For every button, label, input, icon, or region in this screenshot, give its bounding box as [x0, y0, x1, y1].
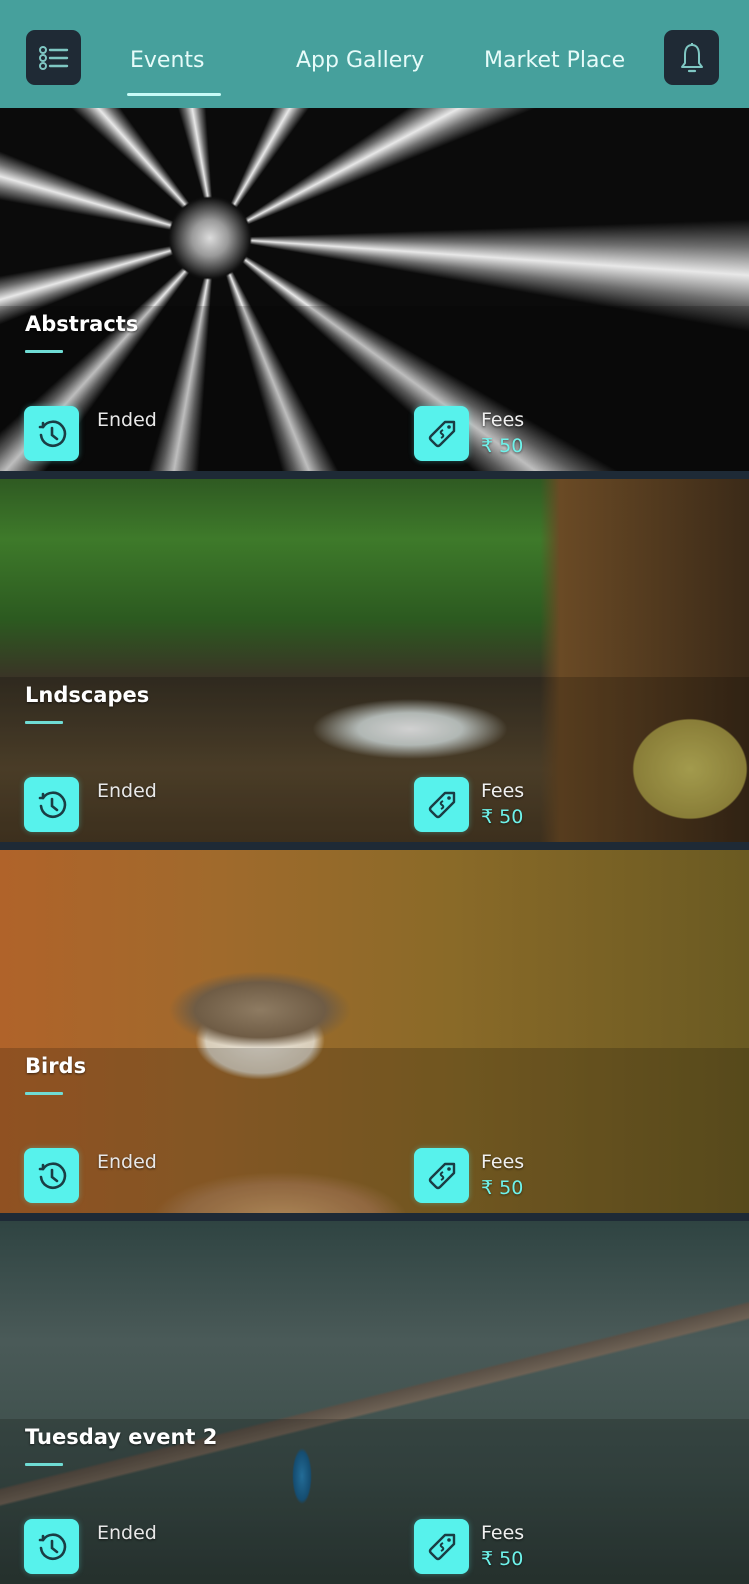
fees-label: Fees	[481, 1522, 525, 1544]
fees-value: ₹ 50	[481, 806, 524, 828]
fees-value: ₹ 50	[481, 1177, 524, 1199]
event-card[interactable]: Tuesday event 2 Ended Fees ₹ 50	[0, 1221, 749, 1584]
bell-icon	[680, 42, 703, 72]
event-card[interactable]: Birds Ended Fees ₹ 50	[0, 850, 749, 1213]
event-status: Ended	[97, 409, 157, 431]
fees-badge	[414, 777, 469, 832]
title-divider	[25, 1092, 63, 1095]
tab-app-gallery[interactable]: App Gallery	[296, 48, 424, 73]
title-divider	[25, 350, 63, 353]
price-tag-icon	[428, 1533, 455, 1560]
status-badge	[24, 1519, 79, 1574]
fees-badge	[414, 1519, 469, 1574]
card-overlay	[0, 1048, 749, 1213]
active-tab-indicator	[127, 93, 221, 96]
title-divider	[25, 1463, 63, 1466]
event-title: Lndscapes	[25, 683, 150, 707]
menu-button[interactable]	[26, 30, 81, 85]
top-nav-bar: Events App Gallery Market Place	[0, 0, 749, 108]
notifications-button[interactable]	[664, 30, 719, 85]
clock-history-icon	[38, 1161, 66, 1189]
fees-value: ₹ 50	[481, 435, 524, 457]
price-tag-icon	[428, 791, 455, 818]
list-menu-icon	[38, 45, 68, 70]
event-title: Abstracts	[25, 312, 139, 336]
tab-events[interactable]: Events	[130, 48, 205, 73]
clock-history-icon	[38, 419, 66, 447]
fees-label: Fees	[481, 780, 525, 802]
event-card[interactable]: Abstracts Ended Fees ₹ 50	[0, 108, 749, 471]
fees-label: Fees	[481, 409, 525, 431]
tab-market-place[interactable]: Market Place	[484, 48, 625, 73]
event-status: Ended	[97, 780, 157, 802]
event-status: Ended	[97, 1522, 157, 1544]
status-badge	[24, 777, 79, 832]
event-status: Ended	[97, 1151, 157, 1173]
fees-label: Fees	[481, 1151, 525, 1173]
event-card[interactable]: Lndscapes Ended Fees ₹ 50	[0, 479, 749, 842]
clock-history-icon	[38, 790, 66, 818]
price-tag-icon	[428, 420, 455, 447]
fees-badge	[414, 1148, 469, 1203]
clock-history-icon	[38, 1532, 66, 1560]
event-title: Birds	[25, 1054, 87, 1078]
fees-badge	[414, 406, 469, 461]
price-tag-icon	[428, 1162, 455, 1189]
status-badge	[24, 406, 79, 461]
title-divider	[25, 721, 63, 724]
fees-value: ₹ 50	[481, 1548, 524, 1570]
event-title: Tuesday event 2	[25, 1425, 218, 1449]
status-badge	[24, 1148, 79, 1203]
